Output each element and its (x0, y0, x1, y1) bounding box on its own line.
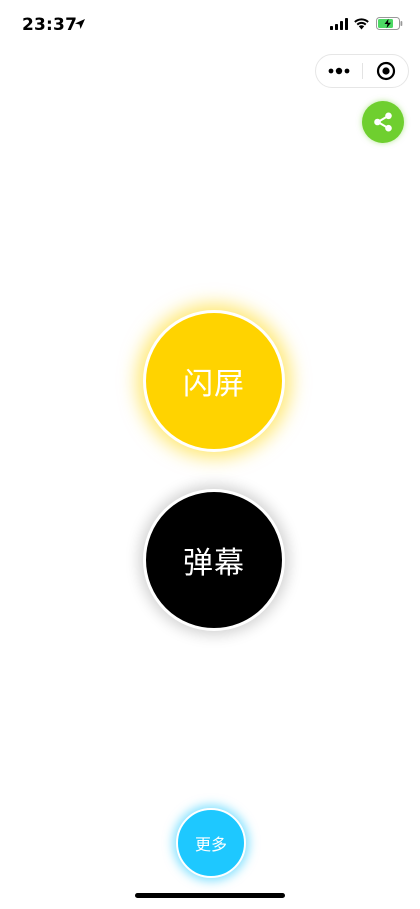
more-button[interactable]: 更多 (176, 808, 246, 878)
home-indicator (135, 893, 285, 898)
share-icon (374, 112, 392, 132)
flash-screen-label: 闪屏 (183, 367, 245, 402)
battery-charging-icon (376, 17, 403, 30)
more-label: 更多 (194, 835, 227, 854)
location-arrow-icon (75, 19, 85, 29)
more-dots-icon (328, 67, 350, 75)
wifi-icon (354, 18, 369, 30)
share-button[interactable] (362, 101, 404, 143)
danmaku-button[interactable]: 弹幕 (143, 489, 285, 631)
target-close-icon (376, 61, 396, 81)
capsule-menu (315, 54, 409, 88)
more-menu-button[interactable] (316, 55, 362, 87)
close-miniprogram-button[interactable] (363, 55, 409, 87)
status-time: 23:37 (22, 15, 78, 35)
danmaku-label: 弹幕 (183, 546, 245, 581)
flash-screen-button[interactable]: 闪屏 (143, 310, 285, 452)
status-bar: 23:37 (0, 0, 420, 48)
signal-icon (330, 18, 348, 30)
